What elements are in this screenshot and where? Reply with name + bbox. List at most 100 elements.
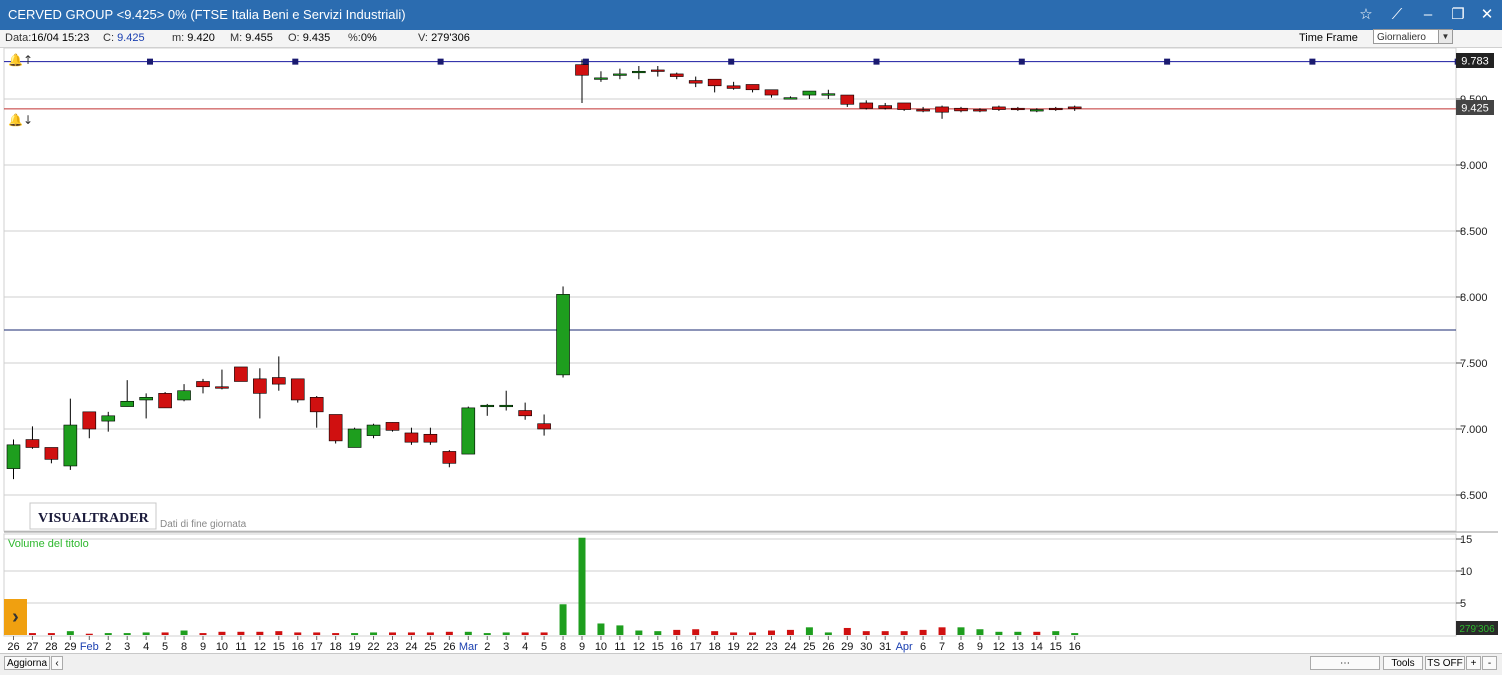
scrollbar-thumb[interactable]: ⋯: [1310, 656, 1380, 670]
candle-body: [139, 397, 153, 401]
chevron-down-icon[interactable]: ▼: [1438, 30, 1452, 43]
candle-body: [726, 85, 741, 89]
line-handle: [437, 58, 444, 65]
volume-bar: [976, 629, 984, 635]
info-close: C: 9.425: [103, 32, 145, 44]
candle-body: [271, 377, 286, 385]
volume-bar: [749, 632, 757, 635]
zoom-in-button[interactable]: +: [1466, 656, 1481, 670]
candle-body: [575, 64, 589, 76]
x-tick-label: 2: [105, 641, 111, 653]
candle-body: [158, 393, 172, 409]
chart-canvas[interactable]: 6.5007.0007.5008.0008.5009.0009.50051015…: [0, 47, 1502, 653]
candle-body: [973, 109, 987, 112]
volume-bar: [142, 632, 150, 635]
x-tick-label: Apr: [896, 641, 913, 653]
zoom-out-button[interactable]: -: [1482, 656, 1497, 670]
close-icon[interactable]: ✕: [1475, 3, 1499, 27]
volume-bar: [881, 631, 889, 635]
volume-bar: [578, 537, 586, 635]
x-tick-label: 15: [273, 641, 285, 653]
x-tick-label: 9: [200, 641, 206, 653]
ts-off-button[interactable]: TS OFF: [1425, 656, 1465, 670]
volume-bar: [199, 633, 207, 635]
info-min: m: 9.420: [172, 32, 215, 44]
timeframe-value: Giornaliero: [1377, 32, 1426, 43]
visualtrader-logo: VISUALTRADER: [38, 511, 150, 526]
volume-bar: [351, 633, 359, 635]
candle-body: [1011, 107, 1025, 111]
candle-body: [480, 404, 495, 408]
aggiorna-button[interactable]: Aggiorna: [4, 656, 50, 670]
candle-body: [385, 422, 400, 431]
candle-body: [594, 77, 608, 80]
x-tick-label: 23: [386, 641, 398, 653]
alert-up-icon[interactable]: 🔔↑: [8, 53, 33, 67]
x-tick-label: 22: [367, 641, 379, 653]
price-tick-label: 8.500: [1460, 226, 1488, 238]
volume-bar: [256, 631, 264, 635]
candle-body: [897, 102, 911, 110]
candle-body: [328, 414, 343, 442]
volume-tick-label: 10: [1460, 566, 1472, 578]
x-tick-label: 29: [64, 641, 76, 653]
candle-body: [556, 294, 570, 376]
pin-icon[interactable]: ⟋: [1385, 3, 1409, 27]
volume-bar: [426, 632, 434, 635]
tools-button[interactable]: Tools: [1383, 656, 1423, 670]
maximize-icon[interactable]: ❐: [1446, 3, 1470, 27]
volume-bar: [995, 631, 1003, 635]
chart-subtitle: Dati di fine giornata: [160, 519, 247, 530]
scroll-left-icon[interactable]: ‹: [51, 656, 63, 670]
volume-bar: [180, 630, 188, 635]
line-handle: [728, 58, 735, 65]
candle-body: [935, 106, 949, 113]
volume-bar: [540, 632, 548, 635]
volume-bar: [768, 630, 775, 635]
candle-body: [290, 378, 305, 401]
candle-body: [25, 439, 40, 448]
star-icon[interactable]: ☆: [1354, 3, 1378, 27]
candle-body: [518, 410, 532, 417]
volume-bar: [313, 632, 321, 635]
candle-body: [177, 390, 191, 401]
price-tick-label: 8.000: [1460, 292, 1488, 304]
volume-bar: [1033, 631, 1041, 635]
x-tick-label: 3: [124, 641, 130, 653]
volume-bar: [275, 631, 283, 635]
candle-body: [234, 366, 248, 382]
x-tick-label: Mar: [459, 641, 478, 653]
expand-panel-icon[interactable]: ›: [4, 599, 27, 635]
x-tick-label: 4: [143, 641, 149, 653]
volume-bar: [559, 604, 567, 635]
x-tick-label: 13: [1012, 641, 1024, 653]
candle-body: [613, 73, 627, 76]
candle-body: [253, 378, 267, 394]
x-tick-label: 15: [1050, 641, 1062, 653]
volume-bar: [824, 632, 832, 635]
x-tick-label: 2: [484, 641, 490, 653]
candle-body: [802, 90, 817, 96]
volume-bar: [862, 631, 870, 635]
volume-bar: [730, 632, 738, 635]
alert-down-icon[interactable]: 🔔↓: [8, 113, 33, 127]
x-tick-label: 10: [216, 641, 228, 653]
timeframe-select[interactable]: Giornaliero ▼: [1373, 29, 1453, 44]
x-tick-label: 19: [727, 641, 739, 653]
candle-body: [1030, 109, 1044, 112]
x-tick-label: 25: [803, 641, 815, 653]
x-tick-label: 9: [579, 641, 585, 653]
x-tick-label: 18: [330, 641, 342, 653]
volume-bar: [445, 631, 453, 635]
minimize-icon[interactable]: –: [1416, 3, 1440, 27]
volume-bar: [85, 633, 93, 635]
x-tick-label: 19: [348, 641, 360, 653]
info-pct: %:0%: [348, 32, 377, 44]
volume-bar: [483, 633, 491, 635]
x-tick-label: 17: [311, 641, 323, 653]
line-handle: [1164, 58, 1171, 65]
x-tick-label: 26: [7, 641, 19, 653]
candle-body: [461, 407, 476, 455]
volume-title: Volume del titolo: [8, 538, 89, 550]
x-tick-label: 16: [292, 641, 304, 653]
